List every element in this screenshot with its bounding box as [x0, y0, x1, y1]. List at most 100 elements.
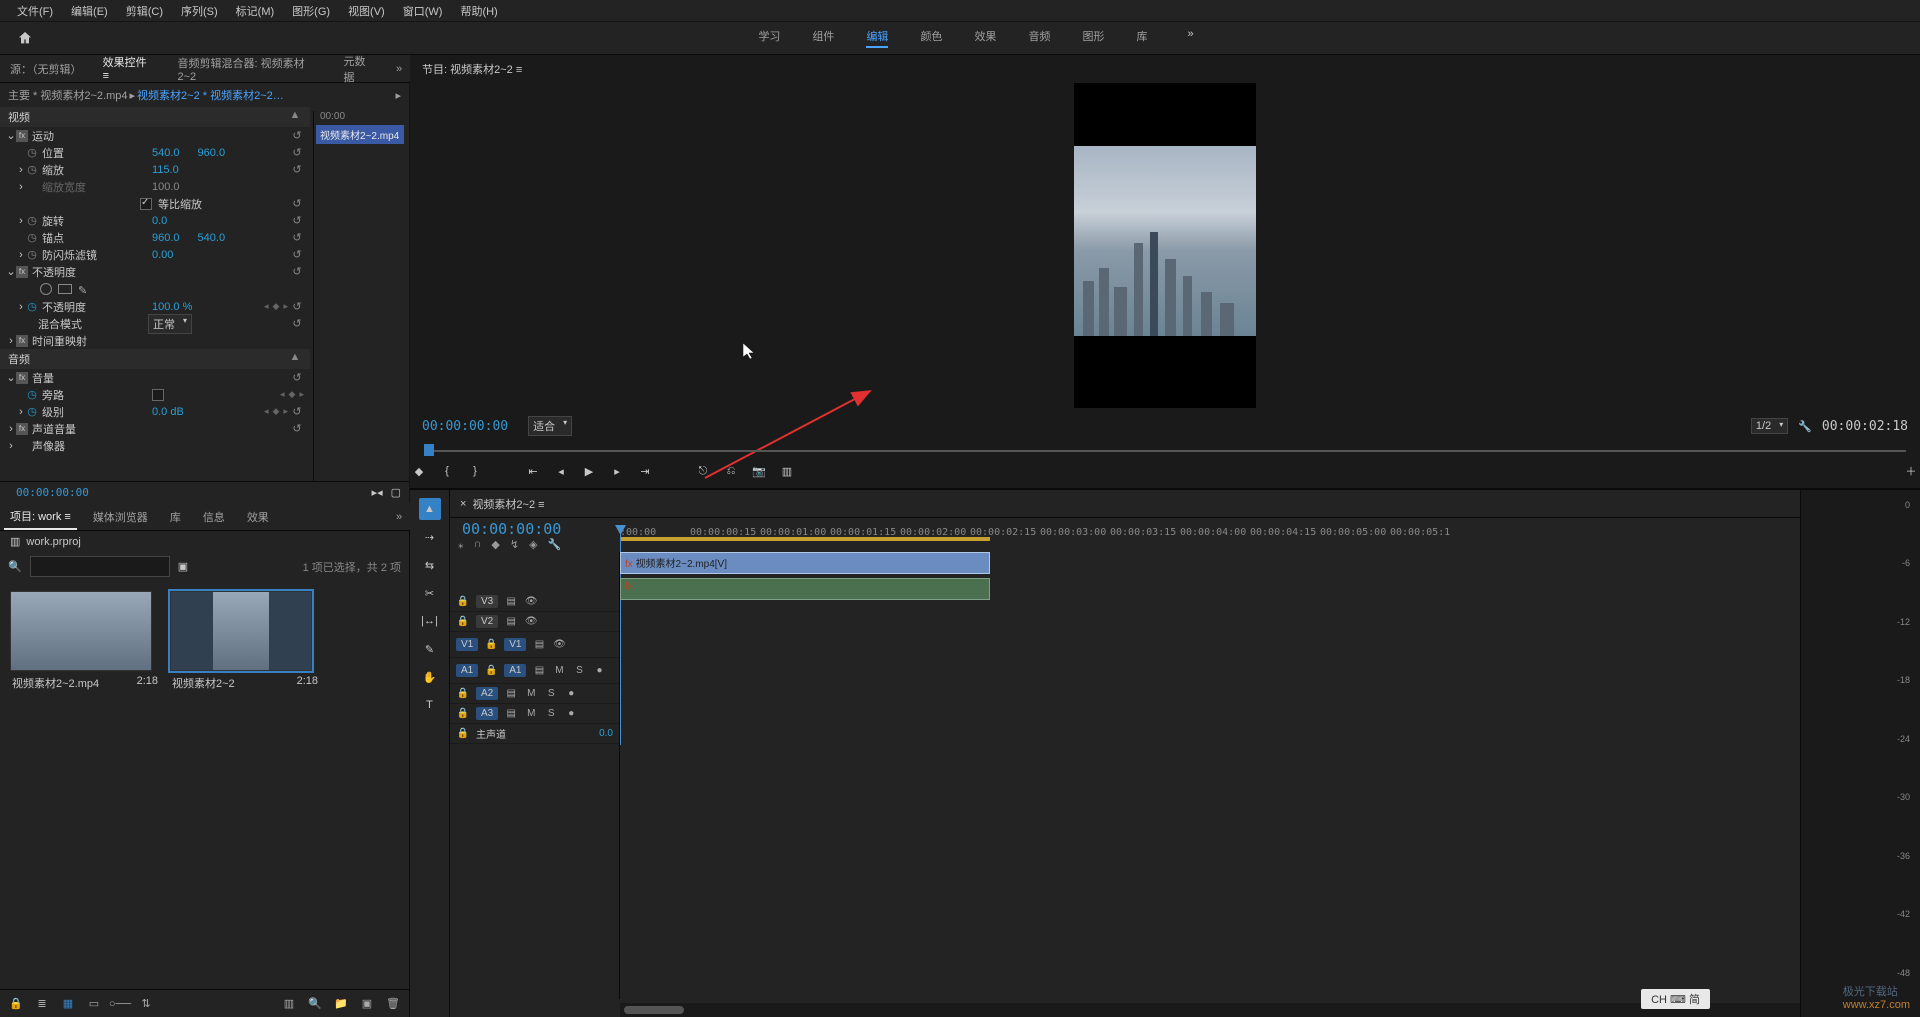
lock-icon[interactable]: 🔒: [484, 665, 498, 676]
expand-rotation-icon[interactable]: ›: [16, 215, 26, 227]
menu-help[interactable]: 帮助(H): [451, 3, 506, 19]
snap-icon[interactable]: ⁎: [458, 538, 464, 551]
reset-chvol-icon[interactable]: ↺: [290, 422, 304, 435]
expand-scale-icon[interactable]: ›: [16, 164, 26, 176]
program-monitor[interactable]: [410, 83, 1920, 408]
next-kf-bypass-icon[interactable]: ▸: [299, 389, 304, 400]
mask-rect-icon[interactable]: [58, 284, 72, 294]
resolution-dropdown[interactable]: 1/2: [1751, 418, 1788, 434]
solo-icon[interactable]: S: [544, 688, 558, 699]
tab-effect-controls[interactable]: 效果控件 ≡: [97, 50, 162, 88]
tl-marker-icon[interactable]: ◈: [529, 538, 537, 551]
stopwatch-scale-icon[interactable]: ◷: [26, 163, 38, 176]
freeform-view-icon[interactable]: ▭: [86, 996, 102, 1012]
play-icon[interactable]: ▶: [580, 462, 598, 480]
tab-info[interactable]: 信息: [197, 505, 231, 529]
hand-tool-icon[interactable]: ✋: [419, 666, 441, 688]
expand-opacity-val-icon[interactable]: ›: [16, 301, 26, 313]
reset-uniform-icon[interactable]: ↺: [290, 197, 304, 210]
tab-project[interactable]: 项目: work ≡: [4, 504, 77, 530]
collapse-audio-icon[interactable]: ▲: [288, 351, 302, 367]
program-timecode-left[interactable]: 00:00:00:00: [422, 419, 508, 434]
linked-selection-icon[interactable]: ∩: [474, 538, 482, 551]
effect-mini-timeline[interactable]: 00:00 视频素材2~2.mp4: [313, 111, 409, 481]
stopwatch-flicker-icon[interactable]: ◷: [26, 248, 38, 261]
sync-lock-icon[interactable]: ▤: [504, 596, 518, 607]
eye-icon[interactable]: 👁: [552, 639, 566, 650]
v2-track-toggle[interactable]: V2: [476, 615, 498, 628]
go-to-out-icon[interactable]: ⇥: [636, 462, 654, 480]
effect-timecode[interactable]: 00:00:00:00: [8, 482, 97, 503]
expand-motion-icon[interactable]: ⌄: [6, 129, 16, 142]
bc-play-icon[interactable]: ▸: [395, 89, 401, 102]
add-marker-icon[interactable]: ◆: [410, 462, 428, 480]
menu-view[interactable]: 视图(V): [339, 3, 394, 19]
lift-icon[interactable]: ⎋: [694, 462, 712, 480]
mark-out-icon[interactable]: }: [466, 462, 484, 480]
new-bin-icon[interactable]: ▣: [178, 560, 188, 573]
blend-mode-dropdown[interactable]: 正常: [148, 314, 192, 334]
readonly-icon[interactable]: 🔒: [8, 996, 24, 1012]
timeline-timecode[interactable]: 00:00:00:00: [450, 520, 620, 538]
menu-window[interactable]: 窗口(W): [394, 3, 452, 19]
v1-track-toggle[interactable]: V1: [504, 638, 526, 651]
automate-icon[interactable]: ▥: [281, 996, 297, 1012]
tab-audio-mixer[interactable]: 音频剪辑混合器: 视频素材2~2: [172, 51, 328, 87]
extract-icon[interactable]: ⎌: [722, 462, 740, 480]
breadcrumb-sequence[interactable]: 视频素材2~2 * 视频素材2~2…: [137, 87, 284, 103]
reset-scale-icon[interactable]: ↺: [290, 163, 304, 176]
home-icon[interactable]: [10, 23, 40, 53]
reset-motion-icon[interactable]: ↺: [290, 129, 304, 142]
solo-icon[interactable]: S: [572, 665, 586, 676]
export-frame-icon[interactable]: 📷: [750, 462, 768, 480]
effect-export-icon[interactable]: ▢: [391, 486, 401, 499]
tab-source[interactable]: 源：（无剪辑）: [4, 57, 87, 81]
reset-opacity-section-icon[interactable]: ↺: [290, 265, 304, 278]
audio-clip[interactable]: fx: [620, 578, 990, 600]
next-kf-level-icon[interactable]: ▸: [283, 406, 288, 417]
solo-icon[interactable]: S: [544, 708, 558, 719]
timeline-track-area[interactable]: fx 视频素材2~2.mp4[V] fx: [620, 552, 1800, 999]
stopwatch-anchor-icon[interactable]: ◷: [26, 231, 38, 244]
scale-value[interactable]: 115.0: [152, 164, 179, 176]
lock-icon[interactable]: 🔒: [456, 708, 470, 719]
sync-lock-icon[interactable]: ▤: [532, 639, 546, 650]
zoom-slider-icon[interactable]: ○──: [112, 996, 128, 1012]
voice-over-icon[interactable]: ●: [592, 665, 606, 676]
collapse-icon[interactable]: ▲: [288, 109, 302, 125]
fx-badge[interactable]: fx: [16, 130, 28, 142]
lock-icon[interactable]: 🔒: [456, 596, 470, 607]
go-to-in-icon[interactable]: ⇤: [524, 462, 542, 480]
mute-icon[interactable]: M: [524, 708, 538, 719]
find-icon[interactable]: 🔍: [307, 996, 323, 1012]
reset-blend-icon[interactable]: ↺: [290, 317, 304, 330]
menu-edit[interactable]: 编辑(E): [62, 3, 117, 19]
a2-track-toggle[interactable]: A2: [476, 687, 498, 700]
ws-tab-color[interactable]: 颜色: [920, 28, 942, 48]
eye-icon[interactable]: 👁: [524, 616, 538, 627]
menu-clip[interactable]: 剪辑(C): [117, 3, 172, 19]
ws-tab-library[interactable]: 库: [1136, 28, 1147, 48]
ime-indicator[interactable]: CH ⌨ 简: [1641, 989, 1710, 1009]
new-item-icon[interactable]: ▣: [359, 996, 375, 1012]
mark-in-icon[interactable]: {: [438, 462, 456, 480]
stopwatch-level-icon[interactable]: ◷: [26, 405, 38, 418]
a3-track-toggle[interactable]: A3: [476, 707, 498, 720]
sequence-thumbnail[interactable]: 视频素材2~22:18: [170, 591, 320, 695]
sync-lock-icon[interactable]: ▤: [504, 616, 518, 627]
add-kf-level-icon[interactable]: ◆: [273, 406, 280, 417]
ws-tab-assembly[interactable]: 组件: [812, 28, 834, 48]
timeline-zoom-scrollbar[interactable]: [620, 1003, 1800, 1017]
reset-position-icon[interactable]: ↺: [290, 146, 304, 159]
expand-opacity-icon[interactable]: ⌄: [6, 265, 16, 278]
source-tabs-more-icon[interactable]: »: [392, 63, 406, 75]
fx-badge-chvol[interactable]: fx: [16, 423, 28, 435]
position-y-value[interactable]: 960.0: [198, 147, 226, 159]
button-editor-icon[interactable]: ＋: [1902, 462, 1920, 480]
tl-settings-icon[interactable]: ↯: [510, 538, 519, 551]
asset-thumbnail[interactable]: 视频素材2~2.mp42:18: [10, 591, 160, 695]
add-kf-bypass-icon[interactable]: ◆: [289, 389, 296, 400]
voice-over-icon[interactable]: ●: [564, 688, 578, 699]
ws-tab-graphics[interactable]: 图形: [1082, 28, 1104, 48]
reset-rotation-icon[interactable]: ↺: [290, 214, 304, 227]
